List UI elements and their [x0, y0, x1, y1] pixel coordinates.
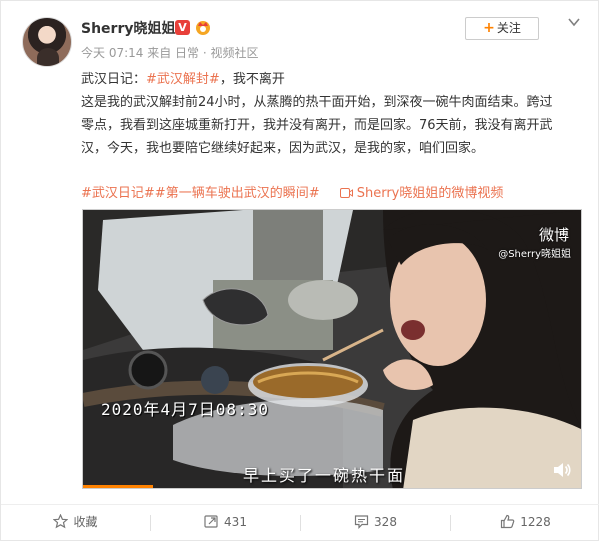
weibo-post-card: Sherry晓姐姐 V 今天 07:14 来自 日常 · 视频社区 + 关注 武汉…	[0, 0, 599, 541]
weibo-watermark-logo: 微博	[538, 226, 569, 244]
text-prefix: 武汉日记：	[81, 72, 147, 87]
star-icon	[52, 513, 69, 529]
topic-wuhan-diary[interactable]: #武汉日记#	[81, 186, 155, 201]
favorite-label: 收藏	[73, 515, 98, 529]
video-source-link[interactable]: Sherry晓姐姐的微博视频	[357, 186, 504, 201]
comment-icon	[354, 515, 369, 529]
video-progress-bar[interactable]	[83, 485, 153, 488]
plus-icon: +	[483, 20, 495, 36]
topic-first-car[interactable]: #第一辆车驶出武汉的瞬间#	[155, 186, 320, 201]
video-player[interactable]: 微博 @Sherry晓姐姐 2020年4月7日08:30 早上买了一碗热干面	[82, 209, 582, 489]
comment-count: 328	[374, 515, 397, 529]
weibo-watermark-user: @Sherry晓姐姐	[498, 249, 571, 260]
video-link-icon	[339, 188, 353, 198]
post-text: 武汉日记：#武汉解封#，我不离开 这是我的武汉解封前24小时，从蒸腾的热干面开始…	[81, 68, 561, 160]
follow-label: 关注	[496, 21, 521, 35]
favorite-button[interactable]: 收藏	[1, 505, 150, 541]
member-crown-icon	[196, 21, 210, 35]
chevron-down-icon[interactable]	[567, 15, 581, 29]
like-count: 1228	[520, 515, 551, 529]
verified-v-icon: V	[175, 20, 190, 35]
username[interactable]: Sherry晓姐姐	[81, 18, 175, 38]
video-timestamp-overlay: 2020年4月7日08:30	[101, 400, 269, 419]
post-body: 这是我的武汉解封前24小时，从蒸腾的热干面开始，到深夜一碗牛肉面结束。跨过零点，…	[81, 95, 553, 156]
follow-button[interactable]: + 关注	[465, 17, 539, 40]
thumbs-up-icon	[501, 514, 515, 529]
comment-button[interactable]: 328	[301, 505, 450, 541]
volume-icon[interactable]	[553, 462, 571, 478]
avatar[interactable]	[22, 17, 72, 67]
topic-links: #武汉日记##第一辆车驶出武汉的瞬间# Sherry晓姐姐的微博视频	[81, 182, 503, 201]
video-subtitle: 早上买了一碗热干面	[243, 466, 406, 485]
forward-icon	[204, 515, 218, 528]
post-meta: 今天 07:14 来自 日常 · 视频社区	[81, 46, 259, 60]
text-suffix: ，我不离开	[219, 72, 285, 87]
forward-button[interactable]: 431	[151, 505, 300, 541]
hashtag-wuhan-unlock[interactable]: #武汉解封#	[146, 72, 220, 87]
action-bar: 收藏 431 328 1228	[1, 504, 599, 540]
like-button[interactable]: 1228	[451, 505, 599, 541]
forward-count: 431	[224, 515, 247, 529]
